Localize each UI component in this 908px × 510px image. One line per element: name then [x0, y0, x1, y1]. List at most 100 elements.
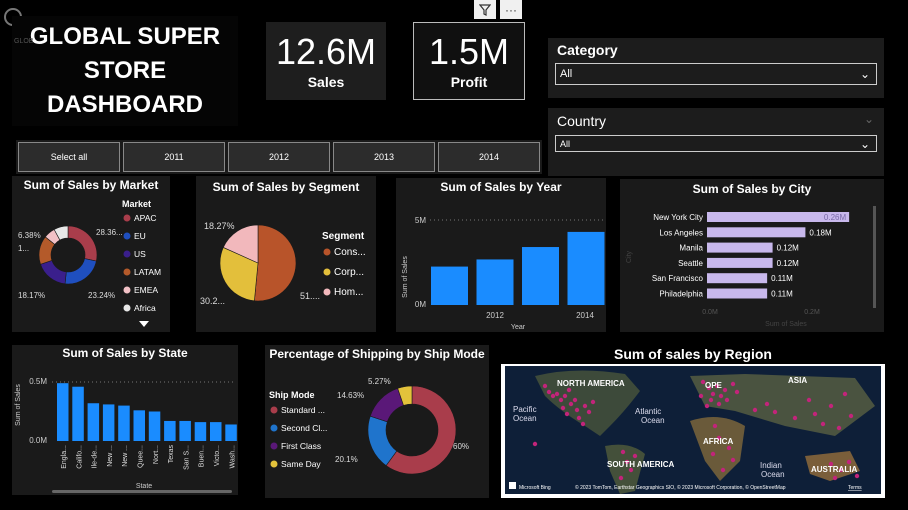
city-chart-card[interactable]: Sum of Sales by City City New York City 0…	[620, 179, 884, 332]
map-sales-dot[interactable]	[716, 401, 722, 407]
map-sales-dot[interactable]	[546, 389, 552, 395]
state-bar-8[interactable]	[179, 420, 191, 441]
map-sales-dot[interactable]	[842, 391, 848, 397]
state-bar-10[interactable]	[210, 422, 222, 441]
map-sales-dot[interactable]	[722, 387, 728, 393]
map-sales-dot[interactable]	[730, 457, 736, 463]
market-slice-apac[interactable]	[67, 225, 98, 262]
shipmode-legend-item-second-cl[interactable]: Second Cl...	[281, 423, 327, 433]
map-sales-dot[interactable]	[554, 391, 560, 397]
more-options-icon[interactable]: ···	[500, 0, 522, 19]
city-bar-seattle[interactable]	[707, 257, 773, 268]
year-button-select-all[interactable]: Select all	[18, 142, 120, 172]
map-sales-dot[interactable]	[772, 409, 778, 415]
map-sales-dot[interactable]	[724, 397, 730, 403]
map-sales-dot[interactable]	[704, 403, 710, 409]
map-sales-dot[interactable]	[564, 411, 570, 417]
state-bar-4[interactable]	[118, 405, 130, 441]
map-sales-dot[interactable]	[764, 401, 770, 407]
map-sales-dot[interactable]	[568, 401, 574, 407]
map-sales-dot[interactable]	[532, 441, 538, 447]
segment-legend-item-cons[interactable]: Cons...	[334, 247, 366, 258]
region-map-card[interactable]: Sum of sales by Region NORTH AMERICA OPE…	[501, 344, 885, 498]
map-sales-dot[interactable]	[566, 387, 572, 393]
market-legend-item-africa[interactable]: Africa	[134, 303, 156, 313]
map-sales-dot[interactable]	[618, 475, 624, 481]
shipmode-legend-item-standard[interactable]: Standard ...	[281, 405, 325, 415]
segment-legend-item-corp[interactable]: Corp...	[334, 267, 364, 278]
market-slice-eu[interactable]	[64, 258, 97, 285]
map-sales-dot[interactable]	[562, 393, 568, 399]
market-slice-us[interactable]	[40, 260, 67, 285]
map-sales-dot[interactable]	[620, 449, 626, 455]
map-sales-dot[interactable]	[572, 397, 578, 403]
year-chart-card[interactable]: Sum of Sales by Year Sum of Sales 5M 0M …	[396, 178, 606, 332]
year-button-2014[interactable]: 2014	[438, 142, 540, 172]
map-terms-link[interactable]: Terms	[848, 485, 862, 491]
segment-chart-card[interactable]: Sum of Sales by Segment Segment Cons... C…	[196, 176, 376, 332]
collapse-chevron-icon[interactable]: ⌄	[864, 112, 874, 126]
shipmode-slice-first-class[interactable]	[369, 388, 404, 423]
state-bar-0[interactable]	[57, 383, 69, 441]
state-scrollbar[interactable]	[52, 490, 232, 493]
map-sales-dot[interactable]	[632, 453, 638, 459]
city-bar-philadelphia[interactable]	[707, 288, 768, 299]
shipmode-chart-card[interactable]: Percentage of Shipping by Ship Mode Ship…	[265, 345, 489, 498]
filter-icon[interactable]	[474, 0, 496, 19]
map-sales-dot[interactable]	[846, 459, 852, 465]
shipmode-legend-item-same-day[interactable]: Same Day	[281, 459, 321, 469]
map-sales-dot[interactable]	[558, 397, 564, 403]
map-sales-dot[interactable]	[574, 407, 580, 413]
market-legend-item-apac[interactable]: APAC	[134, 213, 157, 223]
map-sales-dot[interactable]	[560, 405, 566, 411]
category-dropdown[interactable]: All ⌄	[555, 63, 877, 85]
year-bar-2013[interactable]	[522, 247, 559, 305]
world-map[interactable]: NORTH AMERICA OPE ASIA Pacific Ocean Atla…	[505, 366, 881, 494]
map-sales-dot[interactable]	[854, 473, 860, 479]
year-bar-2014[interactable]	[567, 231, 605, 305]
city-bar-san-francisco[interactable]	[707, 273, 768, 284]
year-button-2011[interactable]: 2011	[123, 142, 225, 172]
map-sales-dot[interactable]	[590, 399, 596, 405]
map-sales-dot[interactable]	[734, 389, 740, 395]
year-button-2013[interactable]: 2013	[333, 142, 435, 172]
state-bar-5[interactable]	[133, 410, 146, 441]
map-sales-dot[interactable]	[710, 391, 716, 397]
map-sales-dot[interactable]	[730, 381, 736, 387]
map-sales-dot[interactable]	[698, 393, 704, 399]
legend-scroll-down-icon[interactable]	[139, 321, 149, 327]
city-scrollbar[interactable]	[873, 206, 876, 308]
map-sales-dot[interactable]	[720, 467, 726, 473]
map-sales-dot[interactable]	[708, 397, 714, 403]
city-bar-manila[interactable]	[707, 242, 773, 253]
map-sales-dot[interactable]	[586, 409, 592, 415]
year-bar-2011[interactable]	[431, 266, 468, 305]
map-sales-dot[interactable]	[806, 397, 812, 403]
map-sales-dot[interactable]	[828, 403, 834, 409]
segment-legend-item-hom[interactable]: Hom...	[334, 287, 363, 298]
market-legend-item-emea[interactable]: EMEA	[134, 285, 158, 295]
map-sales-dot[interactable]	[710, 451, 716, 457]
map-sales-dot[interactable]	[820, 421, 826, 427]
map-sales-dot[interactable]	[752, 407, 758, 413]
year-bar-2012[interactable]	[476, 259, 514, 305]
state-bar-6[interactable]	[148, 411, 161, 442]
state-bar-9[interactable]	[194, 422, 207, 441]
profit-kpi-card[interactable]: 1.5M Profit	[413, 22, 525, 100]
map-sales-dot[interactable]	[832, 475, 838, 481]
state-chart-card[interactable]: Sum of Sales by State Sum of Sales 0.5M …	[12, 345, 238, 495]
map-sales-dot[interactable]	[726, 445, 732, 451]
map-sales-dot[interactable]	[582, 403, 588, 409]
map-sales-dot[interactable]	[580, 421, 586, 427]
state-bar-7[interactable]	[164, 420, 176, 441]
state-bar-3[interactable]	[102, 404, 115, 441]
market-legend-item-latam[interactable]: LATAM	[134, 267, 161, 277]
shipmode-legend-item-first-class[interactable]: First Class	[281, 441, 321, 451]
state-bar-11[interactable]	[225, 424, 237, 441]
market-legend-item-us[interactable]: US	[134, 249, 146, 259]
map-sales-dot[interactable]	[550, 393, 556, 399]
year-button-2012[interactable]: 2012	[228, 142, 330, 172]
map-sales-dot[interactable]	[792, 415, 798, 421]
map-sales-dot[interactable]	[812, 411, 818, 417]
map-sales-dot[interactable]	[542, 383, 548, 389]
